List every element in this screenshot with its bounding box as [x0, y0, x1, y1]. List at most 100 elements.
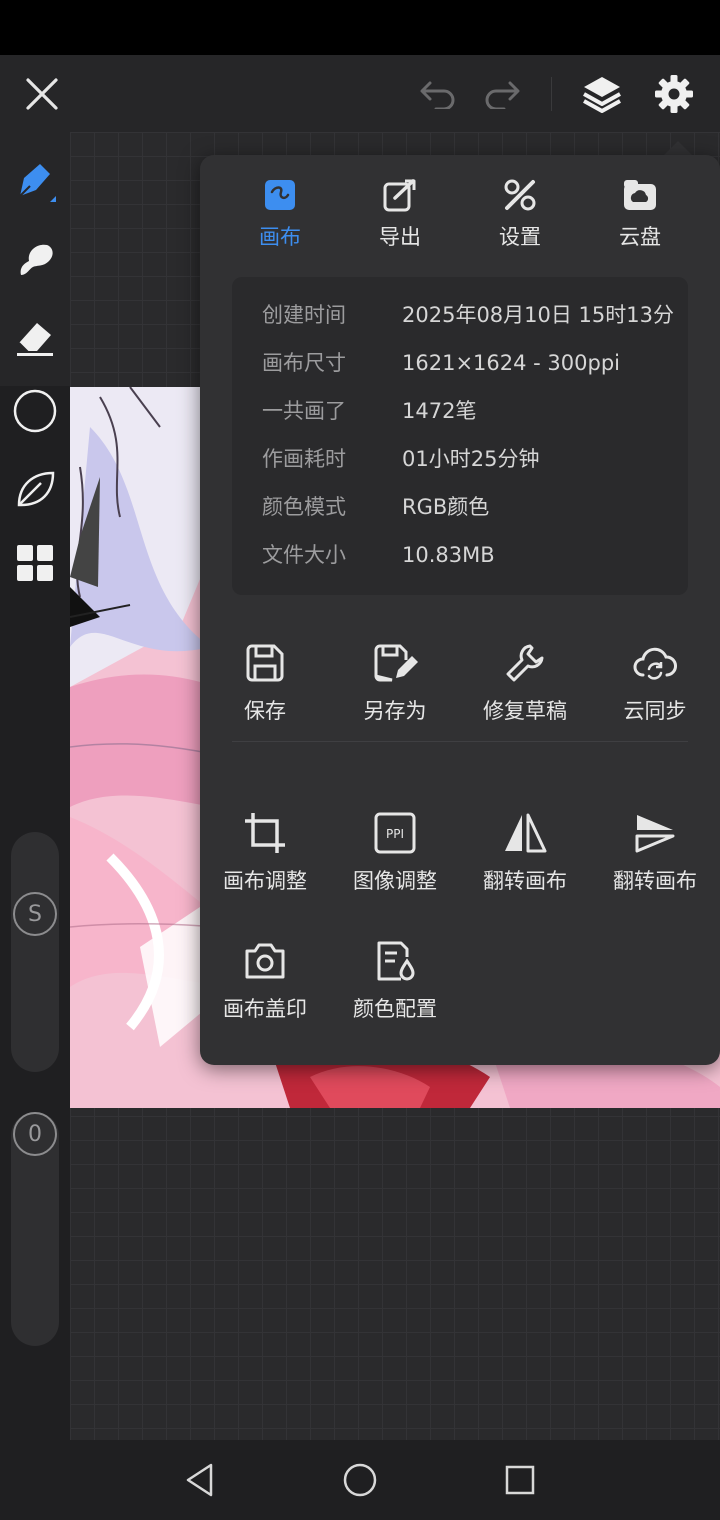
camera-icon: [245, 943, 285, 979]
canvas-icon: [265, 180, 295, 210]
flip-canvas-vertical-button[interactable]: 翻转画布: [590, 805, 720, 915]
canvas-menu-popup: 画布 导出 设置 云盘 创建时间 2025年08月10日 15时13分 画布尺寸…: [200, 155, 720, 1065]
recents-icon: [505, 1465, 535, 1495]
info-value: RGB颜色: [402, 495, 490, 519]
canvas-adjust-button[interactable]: 画布调整: [200, 805, 330, 915]
tab-settings-label: 设置: [499, 225, 541, 249]
info-key: 作画耗时: [262, 447, 346, 471]
color-profile-icon: [377, 941, 415, 981]
nav-home-button[interactable]: [330, 1454, 390, 1506]
ppi-text: PPI: [386, 827, 404, 841]
flip-horizontal-icon: [505, 813, 547, 853]
info-value: 10.83MB: [402, 543, 495, 567]
redo-button[interactable]: [472, 55, 532, 132]
leaf-icon: [17, 471, 55, 507]
tool-shape-circle[interactable]: [0, 376, 70, 446]
settings-button[interactable]: [644, 55, 704, 132]
info-value: 01小时25分钟: [402, 447, 540, 471]
cloud-drive-icon: [624, 180, 656, 210]
save-as-icon: [374, 644, 418, 682]
tool-smudge[interactable]: [0, 224, 70, 294]
grid-apps-icon: [17, 545, 53, 581]
canvas-info-panel: 创建时间 2025年08月10日 15时13分 画布尺寸 1621×1624 -…: [232, 277, 688, 595]
nav-back-button[interactable]: [170, 1454, 230, 1506]
image-adjust-label: 图像调整: [353, 869, 437, 893]
info-value: 2025年08月10日 15时13分: [402, 303, 675, 327]
repair-draft-button[interactable]: 修复草稿: [460, 635, 590, 745]
undo-icon: [420, 81, 455, 109]
brush-opacity-knob[interactable]: 0: [13, 1112, 57, 1156]
info-value: 1472笔: [402, 399, 477, 423]
popup-arrow: [664, 141, 692, 155]
image-adjust-button[interactable]: PPI 图像调整: [330, 805, 460, 915]
tool-leaf[interactable]: [0, 454, 70, 524]
color-profile-label: 颜色配置: [353, 997, 437, 1021]
tab-canvas-label: 画布: [259, 225, 301, 249]
close-icon: [26, 77, 58, 110]
canvas-stamp-button[interactable]: 画布盖印: [200, 933, 330, 1043]
flip-vertical-icon: [635, 815, 675, 853]
info-row-file-size: 文件大小 10.83MB: [262, 535, 682, 575]
save-button[interactable]: 保存: [200, 635, 330, 745]
canvas-stamp-label: 画布盖印: [223, 997, 307, 1021]
info-key: 文件大小: [262, 543, 346, 567]
nav-recents-button[interactable]: [490, 1454, 550, 1506]
status-bar: [0, 0, 720, 55]
redo-icon: [485, 81, 520, 109]
flip-canvas-horizontal-button[interactable]: 翻转画布: [460, 805, 590, 915]
ppi-icon: PPI: [374, 812, 416, 854]
info-row-strokes: 一共画了 1472笔: [262, 391, 682, 431]
save-icon: [246, 644, 284, 682]
tool-grid-apps[interactable]: [0, 528, 70, 598]
top-bar-divider: [551, 77, 552, 111]
tab-canvas[interactable]: 画布: [220, 175, 340, 255]
gear-icon: [655, 74, 693, 113]
save-label: 保存: [244, 699, 286, 723]
pen-icon: [19, 164, 56, 202]
canvas-adjust-label: 画布调整: [223, 869, 307, 893]
tab-settings[interactable]: 设置: [460, 175, 580, 255]
eraser-icon: [17, 323, 53, 356]
actions-divider: [232, 741, 688, 742]
tab-export[interactable]: 导出: [340, 175, 460, 255]
save-as-label: 另存为: [363, 699, 427, 723]
flip-canvas-horizontal-label: 翻转画布: [483, 869, 567, 893]
brush-size-slider[interactable]: [11, 832, 59, 1072]
info-row-created: 创建时间 2025年08月10日 15时13分: [262, 295, 682, 335]
brush-size-label: S: [28, 901, 42, 927]
info-row-time: 作画耗时 01小时25分钟: [262, 439, 682, 479]
flip-canvas-vertical-label: 翻转画布: [613, 869, 697, 893]
info-key: 画布尺寸: [262, 351, 346, 375]
system-nav-bar: [0, 1440, 720, 1520]
layers-button[interactable]: [572, 55, 632, 132]
color-profile-button[interactable]: 颜色配置: [330, 933, 460, 1043]
tool-eraser[interactable]: [0, 302, 70, 372]
top-bar: [0, 55, 720, 132]
cloud-sync-button[interactable]: 云同步: [590, 635, 720, 745]
tool-pen[interactable]: [0, 146, 70, 216]
crop-icon: [245, 813, 285, 853]
info-key: 创建时间: [262, 303, 346, 327]
home-icon: [343, 1463, 377, 1497]
tab-export-label: 导出: [379, 225, 421, 249]
close-button[interactable]: [12, 55, 72, 132]
back-icon: [186, 1463, 213, 1497]
wrench-icon: [506, 644, 544, 682]
tools-icon: [504, 179, 536, 211]
save-as-button[interactable]: 另存为: [330, 635, 460, 745]
brush-opacity-label: 0: [28, 1121, 42, 1147]
info-row-color-mode: 颜色模式 RGB颜色: [262, 487, 682, 527]
info-key: 颜色模式: [262, 495, 346, 519]
info-value: 1621×1624 - 300ppi: [402, 351, 620, 375]
undo-button[interactable]: [408, 55, 468, 132]
brush-size-knob[interactable]: S: [13, 892, 57, 936]
left-toolbar: S 0: [0, 132, 70, 1440]
cloud-sync-label: 云同步: [623, 699, 687, 723]
circle-shape-icon: [13, 389, 57, 433]
info-row-size: 画布尺寸 1621×1624 - 300ppi: [262, 343, 682, 383]
smudge-icon: [20, 244, 53, 275]
tab-cloud-drive[interactable]: 云盘: [580, 175, 700, 255]
repair-draft-label: 修复草稿: [483, 699, 567, 723]
export-icon: [383, 179, 416, 212]
layers-icon: [583, 76, 621, 113]
